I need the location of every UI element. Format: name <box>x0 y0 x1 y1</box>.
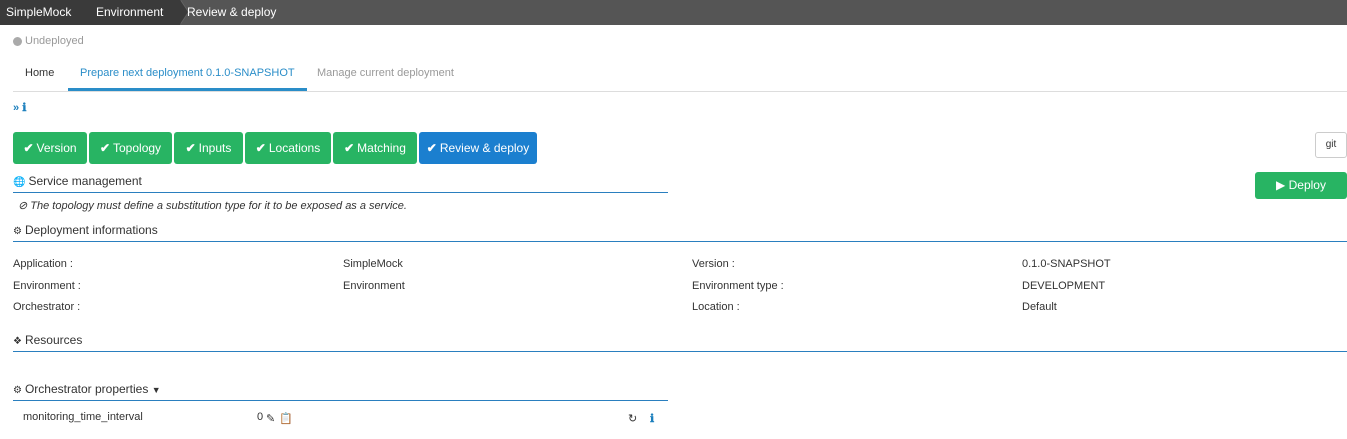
deploy-button[interactable]: ▶ Deploy <box>1255 172 1347 199</box>
section-divider <box>13 192 668 193</box>
section-divider <box>13 351 1347 352</box>
breadcrumb: SimpleMock Environment Review & deploy <box>0 0 1347 25</box>
reset-icon[interactable]: ↻ <box>628 412 637 425</box>
check-icon: ✔ <box>344 141 355 155</box>
breadcrumb-environment[interactable]: Environment <box>84 0 180 25</box>
property-row: monitoring_time_interval 0 ✎ 📋 ↻ ℹ <box>13 406 668 432</box>
paste-icon[interactable]: 📋 <box>279 412 293 425</box>
info-icon[interactable]: ℹ <box>22 102 26 114</box>
gear-icon: ⚙ <box>13 385 22 396</box>
check-icon: ✔ <box>23 141 34 155</box>
deployment-info-header: ⚙ Deployment informations <box>13 223 158 237</box>
info-value-environment: Environment <box>343 280 405 292</box>
section-divider <box>13 241 1347 242</box>
info-label-orchestrator: Orchestrator : <box>13 301 81 313</box>
check-icon: ✔ <box>255 141 266 155</box>
breadcrumb-app[interactable]: SimpleMock <box>0 0 84 25</box>
status-dot-icon <box>13 36 22 46</box>
double-chevron-down-icon[interactable]: » <box>13 102 19 114</box>
check-icon: ✔ <box>99 141 110 155</box>
info-value-location: Default <box>1022 301 1057 313</box>
info-label-application: Application : <box>13 258 73 270</box>
edit-icon[interactable]: ✎ <box>266 412 275 425</box>
step-locations-button[interactable]: ✔ Locations <box>245 132 331 164</box>
info-icon[interactable]: ℹ <box>650 412 654 425</box>
service-management-header: 🌐 Service management <box>13 174 142 188</box>
tab-manage-current-deployment[interactable]: Manage current deployment <box>305 60 466 91</box>
step-inputs-button[interactable]: ✔ Inputs <box>174 132 243 164</box>
info-label-version: Version : <box>692 258 735 270</box>
expand-toggle[interactable]: » ℹ <box>13 101 26 114</box>
section-divider <box>13 400 668 401</box>
breadcrumb-current: Review & deploy <box>187 5 277 19</box>
globe-icon: 🌐 <box>13 177 26 188</box>
check-icon: ✔ <box>426 141 437 155</box>
ban-icon: ⊘ <box>18 200 28 212</box>
step-review-deploy-button[interactable]: ✔ Review & deploy <box>419 132 537 164</box>
tab-home[interactable]: Home <box>13 60 66 91</box>
info-label-environment-type: Environment type : <box>692 280 784 292</box>
step-matching-button[interactable]: ✔ Matching <box>333 132 417 164</box>
play-icon: ▶ <box>1276 178 1286 192</box>
orchestrator-properties-toggle[interactable]: ⚙ Orchestrator properties ▼ <box>13 382 161 396</box>
git-button[interactable]: git <box>1315 132 1347 158</box>
tab-prepare-next-deployment[interactable]: Prepare next deployment 0.1.0-SNAPSHOT <box>68 60 307 91</box>
caret-down-icon: ▼ <box>151 385 161 395</box>
resources-header: ❖ Resources <box>13 333 83 347</box>
check-icon: ✔ <box>185 141 196 155</box>
deployment-status: Undeployed <box>13 35 84 47</box>
info-label-location: Location : <box>692 301 740 313</box>
cubes-icon: ❖ <box>13 336 22 347</box>
step-version-button[interactable]: ✔ Version <box>13 132 87 164</box>
property-value[interactable]: 0 <box>257 411 263 423</box>
info-value-environment-type: DEVELOPMENT <box>1022 280 1106 292</box>
property-name: monitoring_time_interval <box>23 411 143 423</box>
step-topology-button[interactable]: ✔ Topology <box>89 132 172 164</box>
gear-icon: ⚙ <box>13 226 22 237</box>
info-value-application: SimpleMock <box>343 258 403 270</box>
status-label: Undeployed <box>25 35 84 47</box>
service-notice: ⊘ The topology must define a substitutio… <box>18 200 407 212</box>
info-value-version: 0.1.0-SNAPSHOT <box>1022 258 1111 270</box>
deployment-tabs: Home Prepare next deployment 0.1.0-SNAPS… <box>13 60 1347 92</box>
info-label-environment: Environment : <box>13 280 81 292</box>
